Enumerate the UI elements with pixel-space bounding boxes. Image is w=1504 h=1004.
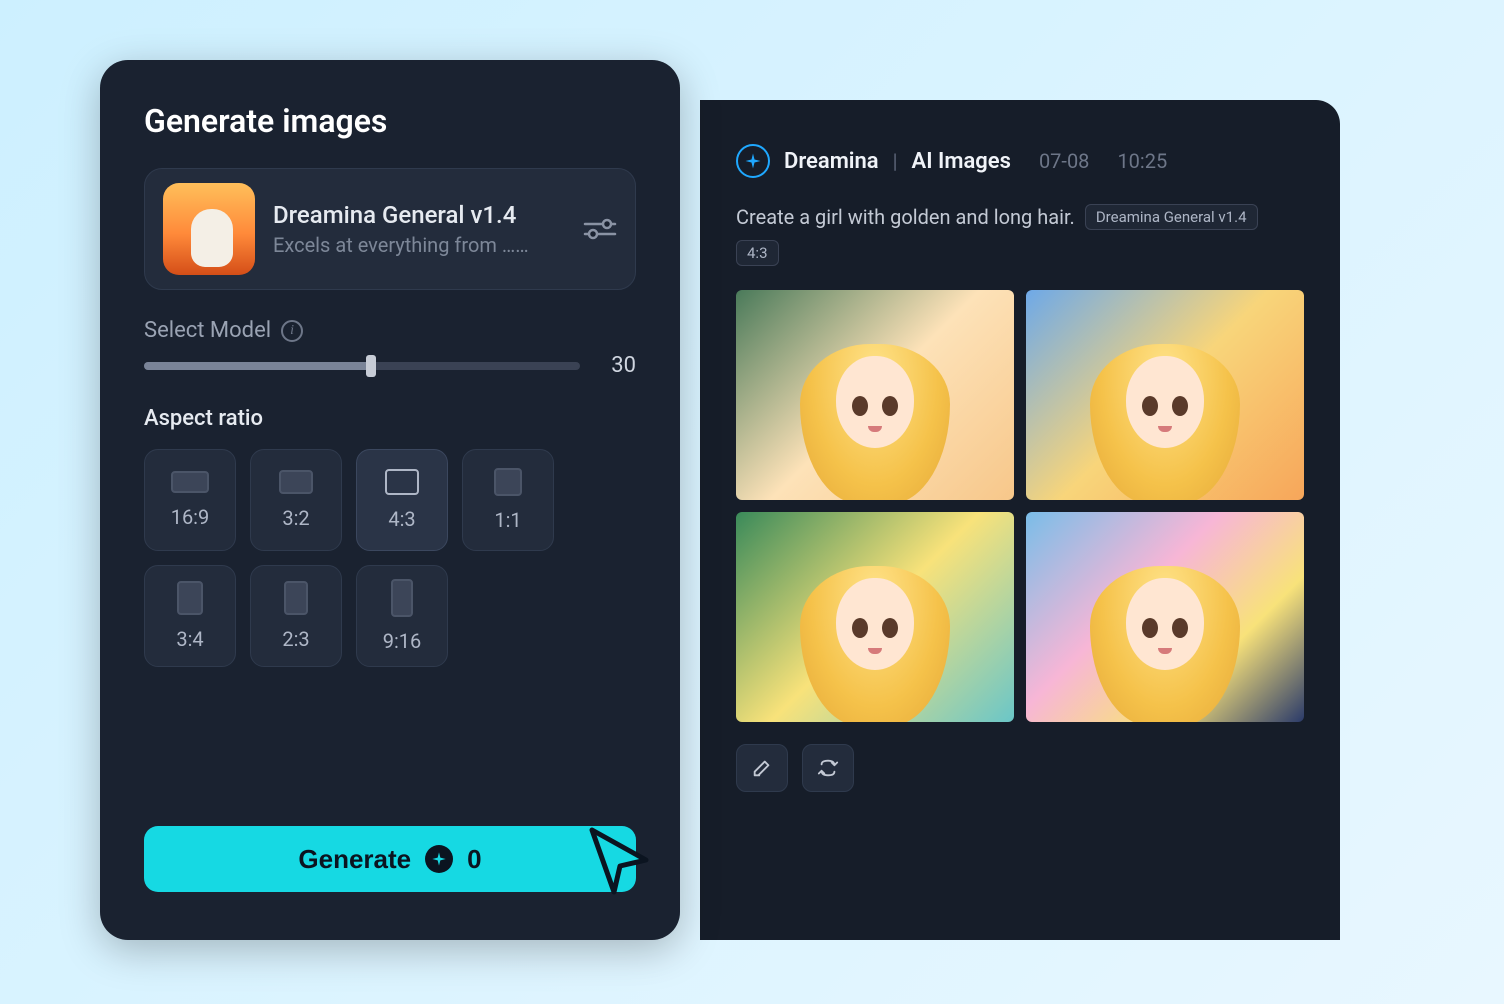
select-model-row: Select Model i <box>144 318 636 343</box>
cursor-icon <box>580 820 660 904</box>
aspect-ratio-grid: 16:9 3:2 4:3 1:1 3:4 2:3 9:16 <box>144 449 636 667</box>
slider-thumb[interactable] <box>366 355 376 377</box>
aspect-shape-icon <box>385 469 419 495</box>
aspect-label: 4:3 <box>388 507 415 531</box>
prompt-row: Create a girl with golden and long hair.… <box>736 204 1304 266</box>
edit-button[interactable] <box>736 744 788 792</box>
aspect-shape-icon <box>494 468 522 496</box>
aspect-option-3-4[interactable]: 3:4 <box>144 565 236 667</box>
prompt-text: Create a girl with golden and long hair. <box>736 205 1075 229</box>
aspect-option-2-3[interactable]: 2:3 <box>250 565 342 667</box>
result-image-2[interactable] <box>1026 290 1304 500</box>
model-description: Excels at everything from …… <box>273 233 565 257</box>
aspect-shape-icon <box>391 579 413 617</box>
aspect-label: 3:2 <box>282 506 309 530</box>
aspect-shape-icon <box>284 581 308 615</box>
generate-button[interactable]: Generate 0 <box>144 826 636 892</box>
aspect-shape-icon <box>279 470 313 494</box>
result-time: 10:25 <box>1117 149 1167 173</box>
aspect-option-4-3[interactable]: 4:3 <box>356 449 448 551</box>
panel-title: Generate images <box>144 102 636 140</box>
aspect-label: 2:3 <box>282 627 309 651</box>
slider-value: 30 <box>602 353 636 378</box>
sliders-icon[interactable] <box>583 217 617 241</box>
result-date: 07-08 <box>1039 149 1090 173</box>
result-image-3[interactable] <box>736 512 1014 722</box>
brand-sparkle-icon <box>736 144 770 178</box>
model-info: Dreamina General v1.4 Excels at everythi… <box>273 201 565 257</box>
aspect-option-16-9[interactable]: 16:9 <box>144 449 236 551</box>
aspect-label: 9:16 <box>383 629 422 653</box>
generate-panel: Generate images Dreamina General v1.4 Ex… <box>100 60 680 940</box>
model-selector-card[interactable]: Dreamina General v1.4 Excels at everythi… <box>144 168 636 290</box>
model-slider-row: 30 <box>144 353 636 378</box>
aspect-option-9-16[interactable]: 9:16 <box>356 565 448 667</box>
result-actions <box>736 744 1304 792</box>
aspect-shape-icon <box>177 581 203 615</box>
aspect-option-1-1[interactable]: 1:1 <box>462 449 554 551</box>
result-image-1[interactable] <box>736 290 1014 500</box>
tag-ratio: 4:3 <box>736 240 779 266</box>
section-name: AI Images <box>912 149 1011 174</box>
results-panel: Dreamina | AI Images 07-08 10:25 Create … <box>700 100 1340 940</box>
aspect-shape-icon <box>171 471 209 493</box>
regenerate-button[interactable] <box>802 744 854 792</box>
info-icon[interactable]: i <box>281 320 303 342</box>
results-grid <box>736 290 1304 722</box>
brand-name: Dreamina <box>784 149 879 174</box>
aspect-label: 1:1 <box>494 508 521 532</box>
aspect-ratio-label: Aspect ratio <box>144 406 636 431</box>
aspect-label: 3:4 <box>176 627 203 651</box>
tag-model: Dreamina General v1.4 <box>1085 204 1258 230</box>
slider-fill <box>144 362 371 370</box>
generate-button-label: Generate <box>298 844 411 875</box>
results-header: Dreamina | AI Images 07-08 10:25 <box>736 144 1304 178</box>
sparkle-icon <box>425 845 453 873</box>
aspect-option-3-2[interactable]: 3:2 <box>250 449 342 551</box>
model-name: Dreamina General v1.4 <box>273 201 565 229</box>
select-model-label: Select Model <box>144 318 271 343</box>
model-thumbnail <box>163 183 255 275</box>
aspect-label: 16:9 <box>171 505 210 529</box>
model-slider[interactable] <box>144 362 580 370</box>
header-separator: | <box>893 149 898 173</box>
result-image-4[interactable] <box>1026 512 1304 722</box>
generate-cost: 0 <box>467 844 481 875</box>
